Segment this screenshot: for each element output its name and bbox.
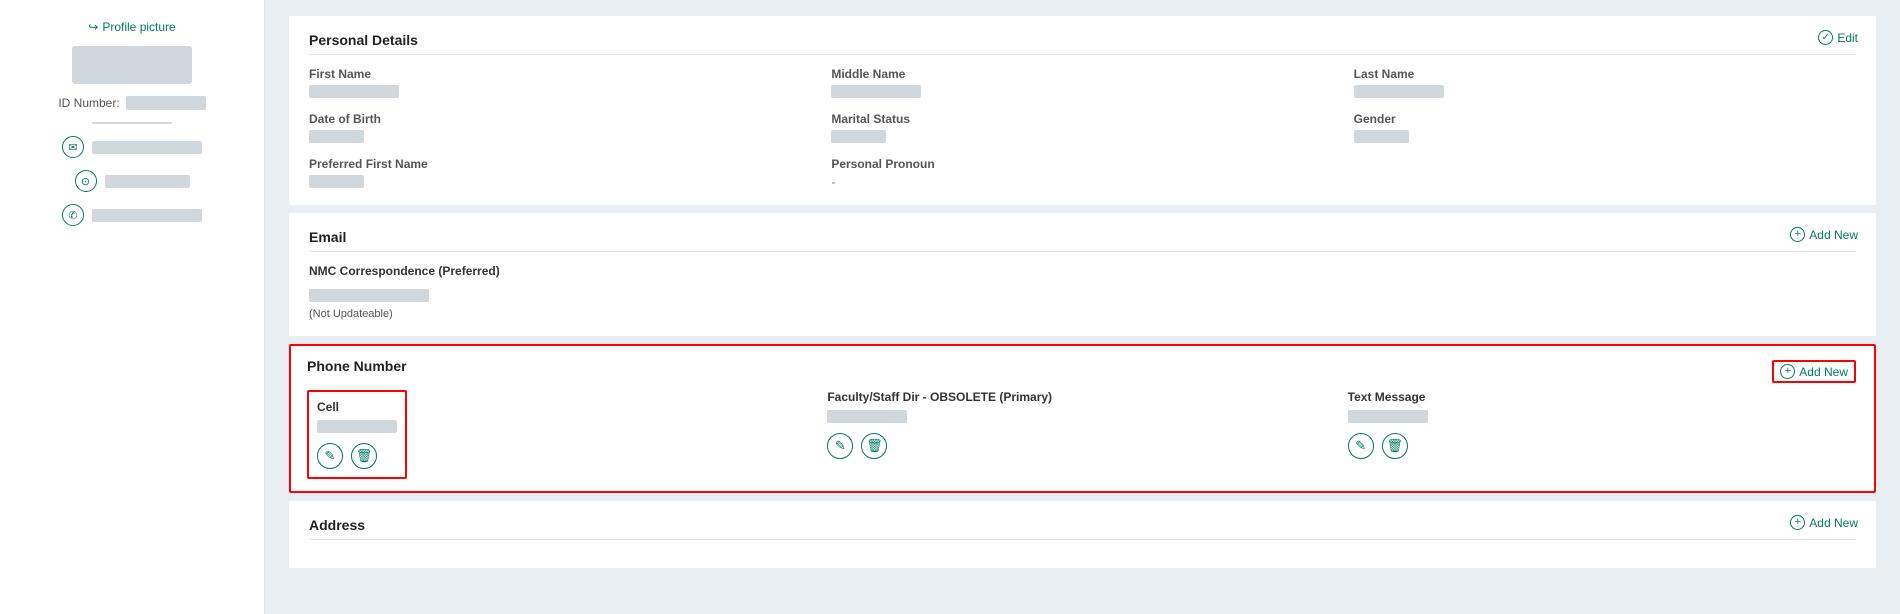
cell-value xyxy=(317,420,397,433)
text-delete-button[interactable]: 🗑 xyxy=(1382,433,1408,459)
preferred-name-value xyxy=(309,175,364,188)
address-section: Address + Add New xyxy=(289,501,1876,568)
personal-details-grid: First Name Middle Name Last Name Date of… xyxy=(309,67,1856,189)
phone-number-section: Phone Number + Add New Cell ✎ 🗑 Faculty/… xyxy=(289,344,1876,493)
first-name-label: First Name xyxy=(309,67,811,81)
id-number-row: ID Number: xyxy=(20,96,244,110)
email-icon: ✉ xyxy=(62,136,84,158)
phone-cell-field: Cell ✎ 🗑 xyxy=(317,400,397,469)
email-add-new-label: Add New xyxy=(1809,228,1858,242)
text-actions: ✎ 🗑 xyxy=(1348,433,1858,459)
phone-grid: Cell ✎ 🗑 Faculty/Staff Dir - OBSOLETE (P… xyxy=(307,390,1858,479)
location-row: ⊙ xyxy=(20,170,244,192)
personal-details-section: Personal Details ✓ Edit First Name Middl… xyxy=(289,16,1876,205)
last-name-value xyxy=(1354,85,1444,98)
phone-section-title: Phone Number xyxy=(307,358,1858,380)
phone-text-field: Text Message ✎ 🗑 xyxy=(1348,390,1858,479)
id-label: ID Number: xyxy=(58,96,119,110)
dob-field: Date of Birth xyxy=(309,112,811,143)
middle-name-label: Middle Name xyxy=(831,67,1333,81)
cell-edit-button[interactable]: ✎ xyxy=(317,443,343,469)
email-entry: NMC Correspondence (Preferred) (Not Upda… xyxy=(309,264,1856,320)
add-new-plus-icon: + xyxy=(1790,227,1805,242)
address-add-new-label: Add New xyxy=(1809,516,1858,530)
email-type-label: NMC Correspondence (Preferred) xyxy=(309,264,1856,278)
first-name-value xyxy=(309,85,399,98)
phone-cell-container: Cell ✎ 🗑 xyxy=(307,390,407,479)
email-value xyxy=(92,141,202,154)
marital-value xyxy=(831,130,886,143)
edit-icon: ✓ xyxy=(1818,30,1833,45)
text-message-label: Text Message xyxy=(1348,390,1858,404)
sidebar-divider xyxy=(92,122,172,124)
preferred-name-label: Preferred First Name xyxy=(309,157,811,171)
profile-picture-label: Profile picture xyxy=(88,20,175,34)
email-add-new-button[interactable]: + Add New xyxy=(1790,227,1858,242)
email-value-bar xyxy=(309,289,429,302)
phone-add-new-plus-icon: + xyxy=(1780,364,1795,379)
main-content: Personal Details ✓ Edit First Name Middl… xyxy=(265,0,1900,614)
phone-row: ✆ xyxy=(20,204,244,226)
dob-label: Date of Birth xyxy=(309,112,811,126)
phone-value xyxy=(92,209,202,222)
faculty-actions: ✎ 🗑 xyxy=(827,433,1337,459)
location-icon: ⊙ xyxy=(75,170,97,192)
sidebar: Profile picture ID Number: ✉ ⊙ ✆ xyxy=(0,0,265,614)
pronoun-value: - xyxy=(831,175,1333,189)
marital-field: Marital Status xyxy=(831,112,1333,143)
faculty-edit-button[interactable]: ✎ xyxy=(827,433,853,459)
pronoun-label: Personal Pronoun xyxy=(831,157,1333,171)
edit-label: Edit xyxy=(1837,31,1858,45)
gender-field: Gender xyxy=(1354,112,1856,143)
id-value xyxy=(126,96,206,110)
cell-delete-button[interactable]: 🗑 xyxy=(351,443,377,469)
phone-add-new-button[interactable]: + Add New xyxy=(1772,360,1856,383)
not-updateable-label: (Not Updateable) xyxy=(309,308,1856,320)
phone-icon: ✆ xyxy=(62,204,84,226)
pronoun-field: Personal Pronoun - xyxy=(831,157,1333,189)
middle-name-value xyxy=(831,85,921,98)
middle-name-field: Middle Name xyxy=(831,67,1333,98)
gender-value xyxy=(1354,130,1409,143)
last-name-label: Last Name xyxy=(1354,67,1856,81)
faculty-delete-button[interactable]: 🗑 xyxy=(861,433,887,459)
faculty-label: Faculty/Staff Dir - OBSOLETE (Primary) xyxy=(827,390,1337,404)
edit-button[interactable]: ✓ Edit xyxy=(1818,30,1858,45)
cell-actions: ✎ 🗑 xyxy=(317,443,397,469)
dob-value xyxy=(309,130,364,143)
phone-faculty-field: Faculty/Staff Dir - OBSOLETE (Primary) ✎… xyxy=(827,390,1337,479)
phone-add-new-label: Add New xyxy=(1799,365,1848,379)
last-name-field: Last Name xyxy=(1354,67,1856,98)
cell-label: Cell xyxy=(317,400,397,414)
personal-details-title: Personal Details xyxy=(309,32,1856,55)
marital-label: Marital Status xyxy=(831,112,1333,126)
address-add-new-button[interactable]: + Add New xyxy=(1790,515,1858,530)
gender-label: Gender xyxy=(1354,112,1856,126)
profile-avatar xyxy=(72,46,192,84)
email-row: ✉ xyxy=(20,136,244,158)
address-add-new-plus-icon: + xyxy=(1790,515,1805,530)
address-title: Address xyxy=(309,517,1856,540)
email-title: Email xyxy=(309,229,1856,252)
location-value xyxy=(105,175,190,188)
email-section: Email + Add New NMC Correspondence (Pref… xyxy=(289,213,1876,336)
text-edit-button[interactable]: ✎ xyxy=(1348,433,1374,459)
first-name-field: First Name xyxy=(309,67,811,98)
text-value xyxy=(1348,410,1428,423)
preferred-name-field: Preferred First Name xyxy=(309,157,811,189)
faculty-value xyxy=(827,410,907,423)
